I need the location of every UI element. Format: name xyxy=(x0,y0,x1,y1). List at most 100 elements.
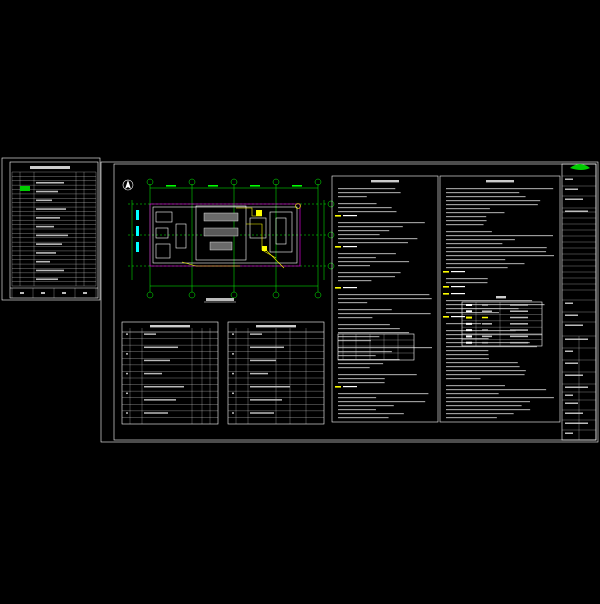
notes-text-line xyxy=(338,302,368,304)
cyan-marker-3 xyxy=(136,242,139,252)
notes-text-line xyxy=(338,363,384,365)
legend-title-text xyxy=(496,296,506,299)
table-cell-index xyxy=(126,372,128,375)
notes-text-line xyxy=(446,220,487,222)
notes-text-line xyxy=(446,188,554,190)
notes-text-line xyxy=(446,366,520,368)
junction-box-2 xyxy=(262,246,267,251)
notes-text-line xyxy=(446,282,488,284)
title-block-text xyxy=(565,362,578,364)
notes-text-line xyxy=(446,300,533,302)
notes-text-line xyxy=(446,405,522,407)
legend-symbol-icon xyxy=(466,341,472,344)
title-block-text xyxy=(565,374,583,376)
title-block-text xyxy=(565,432,573,434)
legend-code-text xyxy=(482,341,488,344)
title-block-text xyxy=(565,302,573,304)
notes-text-line xyxy=(446,393,499,395)
notes-text-line xyxy=(451,271,465,273)
title-block-text xyxy=(565,324,583,326)
notes-text-line xyxy=(446,196,526,198)
table-cell-text xyxy=(144,412,168,414)
notes-text-line xyxy=(446,259,506,261)
notes-text-line xyxy=(338,257,376,259)
title-block-text xyxy=(565,402,578,404)
notes-text-line xyxy=(338,192,401,194)
left-row-text xyxy=(36,190,58,193)
notes-text-line xyxy=(338,351,392,353)
left-row-text xyxy=(36,278,58,281)
notes-text-line xyxy=(446,212,505,214)
notes-text-line xyxy=(446,231,492,233)
notes-text-line xyxy=(338,226,403,228)
left-highlight-cell xyxy=(20,186,30,191)
legend-code-text xyxy=(482,329,488,331)
junction-box-1 xyxy=(256,210,262,216)
legend-description-text xyxy=(510,341,528,344)
notes-text-line xyxy=(446,330,516,332)
title-block-text xyxy=(565,210,588,212)
table-cell-index xyxy=(126,412,128,414)
cad-drawing-viewport[interactable] xyxy=(0,0,600,600)
title-block-text xyxy=(565,314,578,316)
notes-section-mark xyxy=(443,293,449,295)
dimension-text xyxy=(292,185,302,187)
notes-text-line xyxy=(446,243,503,245)
notes-section-mark xyxy=(443,271,449,273)
left-row-text xyxy=(36,225,54,228)
notes-text-line xyxy=(446,334,543,336)
notes-text-line xyxy=(446,417,497,419)
table-cell-text xyxy=(250,372,268,375)
table-cell-index xyxy=(126,392,128,395)
notes-text-line xyxy=(338,211,397,213)
left-footer-text xyxy=(20,292,24,294)
legend-description-text xyxy=(510,329,528,331)
table-cell-text xyxy=(250,399,282,401)
table-cell-index xyxy=(232,353,234,355)
notes-text-line xyxy=(338,242,408,244)
notes-text-line xyxy=(446,413,514,415)
notes-text-line xyxy=(338,401,426,403)
left-footer-text xyxy=(83,292,87,294)
table-cell-index xyxy=(126,333,128,335)
notes-text-line xyxy=(343,246,357,248)
title-block-text xyxy=(565,178,573,180)
notes-section-mark xyxy=(443,316,449,318)
notes-text-line xyxy=(338,413,404,415)
notes-section-mark xyxy=(335,287,341,289)
notes-text-line xyxy=(338,313,431,315)
notes-text-line xyxy=(338,276,396,278)
table-cell-index xyxy=(126,353,128,355)
notes-text-line xyxy=(338,265,371,267)
notes-text-line xyxy=(451,286,465,288)
transformer-bank-3 xyxy=(209,241,233,251)
table-cell-index xyxy=(232,412,234,414)
notes-text-line xyxy=(446,338,489,340)
table-cell-index xyxy=(232,333,234,335)
legend-symbol-icon xyxy=(466,304,472,306)
notes-text-line xyxy=(446,350,489,352)
left-row-text xyxy=(36,208,66,210)
notes-text-line xyxy=(338,328,400,330)
transformer-bank-1 xyxy=(203,212,239,222)
notes-text-line xyxy=(446,204,538,206)
notes-text-line xyxy=(338,317,373,319)
notes-text-line xyxy=(451,316,465,318)
title-block-text xyxy=(565,198,583,200)
legend-code-text xyxy=(482,304,488,306)
notes-text-line xyxy=(446,362,518,364)
left-row-text xyxy=(36,181,64,184)
legend-code-text xyxy=(482,323,492,325)
left-row-text xyxy=(36,234,68,237)
notes-text-line xyxy=(446,192,520,194)
left-row-text xyxy=(36,260,50,263)
notes-text-line xyxy=(446,358,489,360)
notes-text-line xyxy=(338,238,418,240)
notes-text-line xyxy=(338,280,372,282)
legend-description-text xyxy=(510,304,528,306)
table-cell-index xyxy=(232,372,234,375)
drawing-canvas[interactable] xyxy=(0,0,600,600)
notes-text-line xyxy=(338,253,396,255)
legend-description-text xyxy=(510,310,528,312)
legend-code-text xyxy=(482,316,488,319)
